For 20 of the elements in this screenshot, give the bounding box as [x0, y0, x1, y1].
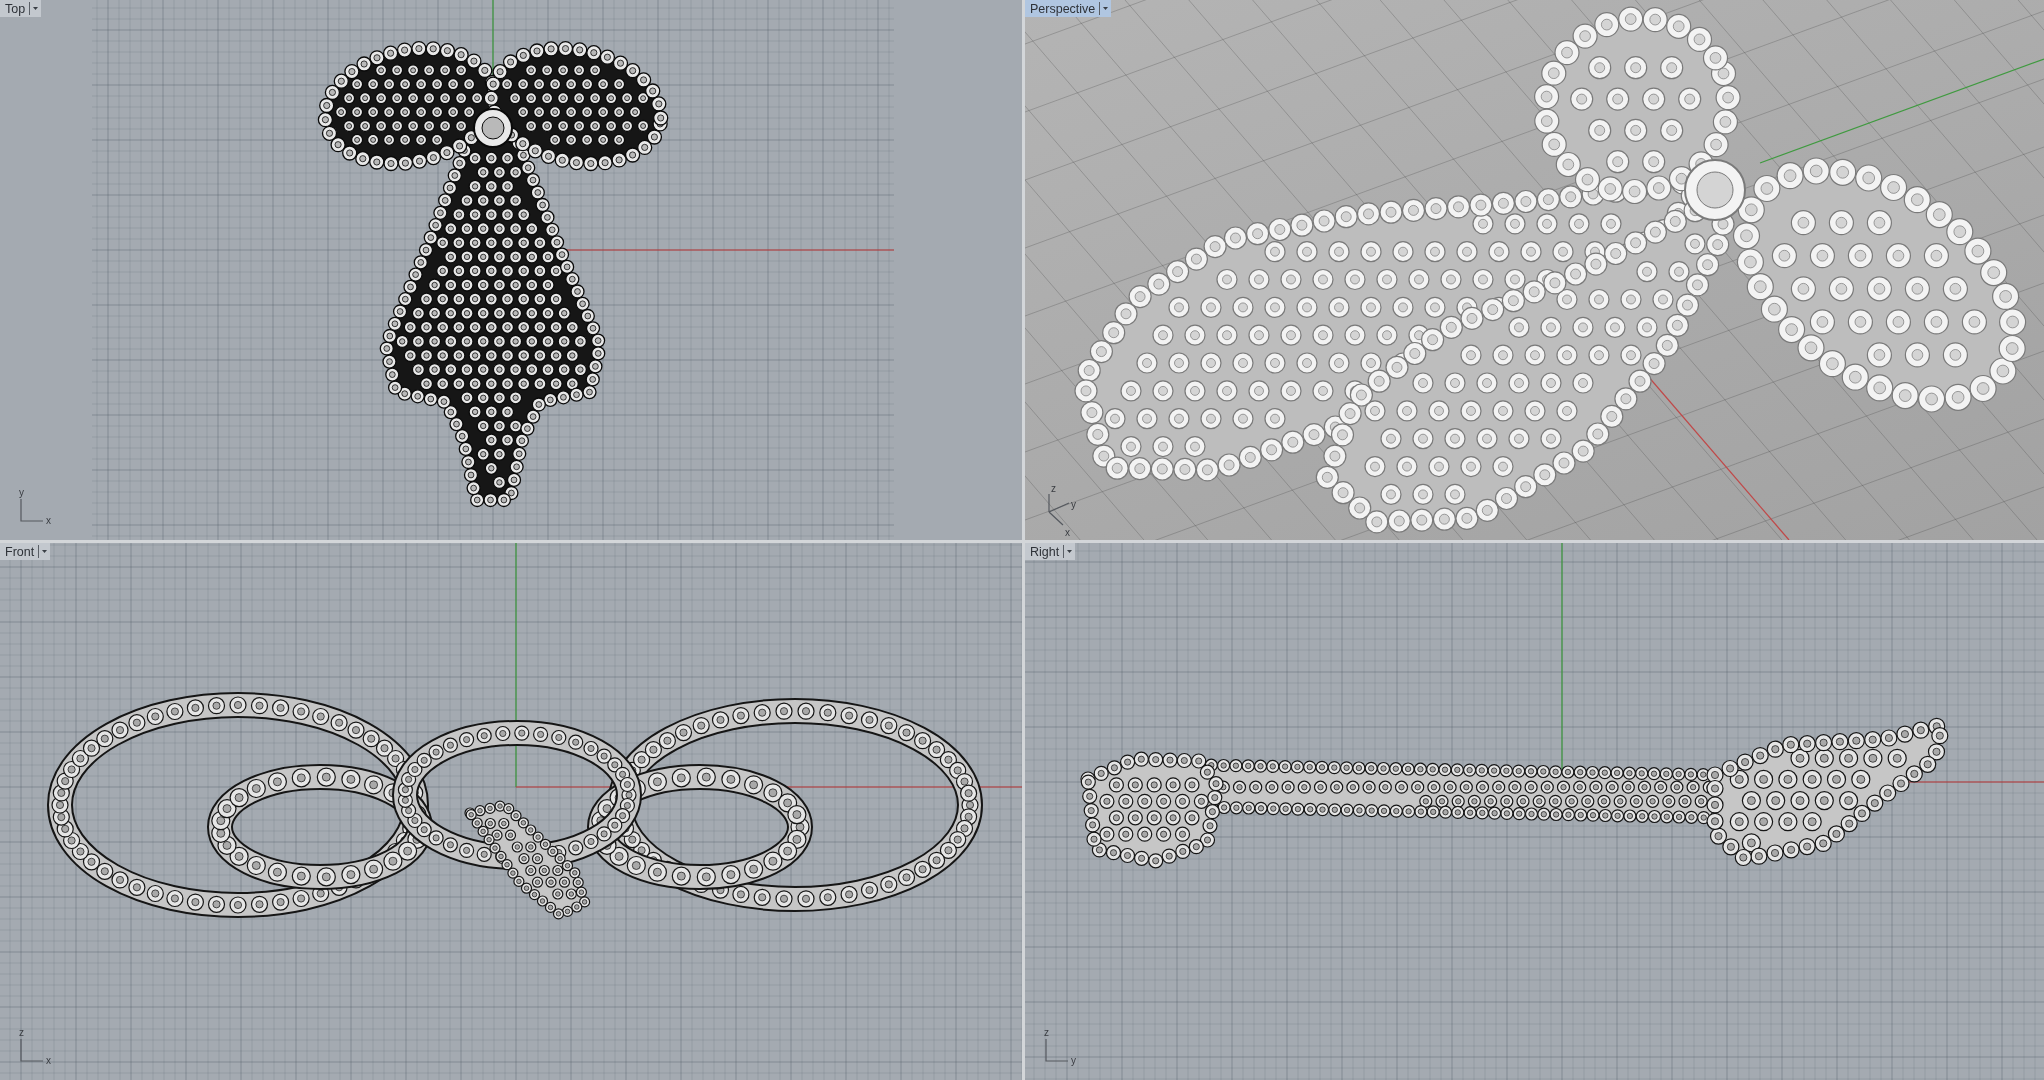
viewport-title-button[interactable]: Right [1025, 543, 1076, 560]
caret-icon [1067, 550, 1073, 553]
caret-icon [1103, 7, 1109, 10]
axis-label: x [46, 1056, 51, 1066]
viewport-title-button[interactable]: Front [0, 543, 51, 560]
viewport-title-button[interactable]: Top [0, 0, 42, 17]
axis-triad-icon [1043, 1038, 1069, 1064]
axis-label: y [1071, 500, 1076, 510]
caret-icon [33, 7, 39, 10]
axis-label: y [1071, 1056, 1076, 1066]
viewport-title-button[interactable]: Perspective [1025, 0, 1112, 17]
caret-icon [42, 550, 48, 553]
axis-label: y [19, 488, 24, 498]
axis-label: z [1044, 1028, 1049, 1038]
axis-label: z [19, 1028, 24, 1038]
axis-label: x [1065, 528, 1070, 538]
axis-label: z [1051, 484, 1056, 494]
axis-label: x [46, 516, 51, 526]
axis-triad-icon [18, 498, 44, 524]
axis-triad-icon [18, 1038, 44, 1064]
